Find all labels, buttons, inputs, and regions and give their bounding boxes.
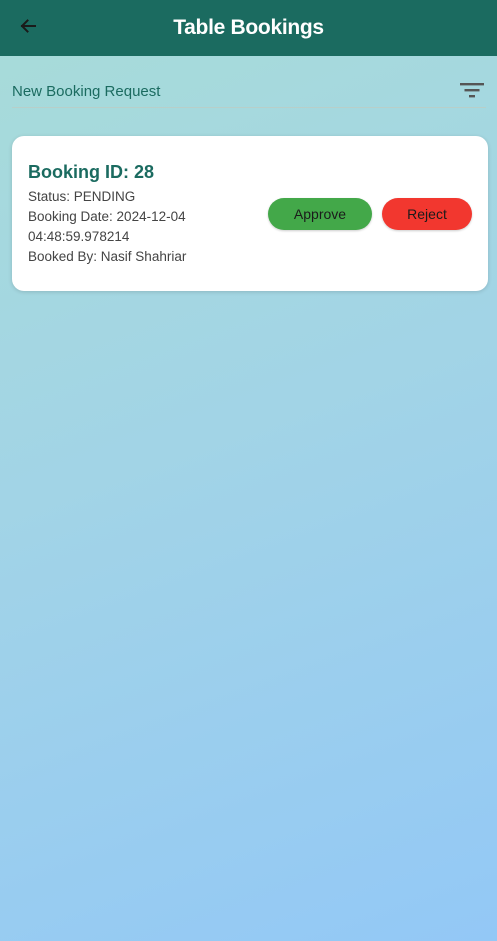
- filter-label: New Booking Request: [12, 83, 161, 100]
- filter-bar: New Booking Request: [12, 78, 486, 108]
- arrow-left-icon: [19, 17, 37, 40]
- page-title: Table Bookings: [173, 16, 324, 39]
- reject-button[interactable]: Reject: [382, 198, 472, 230]
- filter-icon: [459, 81, 485, 104]
- booking-id: Booking ID: 28: [28, 162, 155, 182]
- filter-button[interactable]: [458, 80, 486, 104]
- booked-by: Booked By: Nasif Shahriar: [28, 249, 187, 264]
- approve-button[interactable]: Approve: [268, 198, 372, 230]
- app-bar: Table Bookings: [0, 0, 497, 56]
- booking-card: Booking ID: 28 Status: PENDING Booking D…: [12, 136, 488, 291]
- booking-date: Booking Date: 2024-12-04 04:48:59.978214: [28, 209, 186, 244]
- booking-status: Status: PENDING: [28, 189, 136, 204]
- back-button[interactable]: [12, 12, 44, 44]
